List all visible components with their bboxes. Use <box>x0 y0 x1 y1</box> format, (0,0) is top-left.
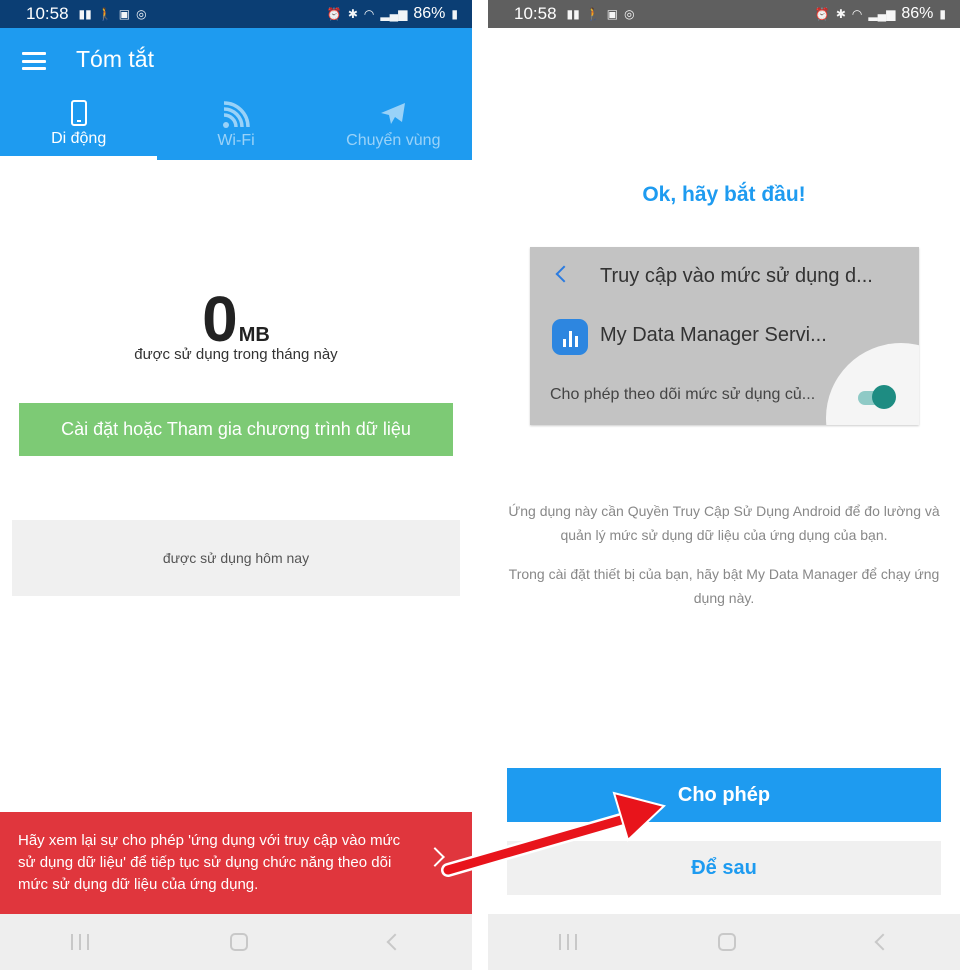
back-chevron-icon <box>555 265 573 283</box>
left-screen: 10:58 ▮▮ 🚶 ▣ ◎ ⏰ ✱ ◠ ▂▄▆ 86% ▮ Tóm tắt D… <box>0 0 472 970</box>
preview-title: Truy cập vào mức sử dụng d... <box>600 265 873 287</box>
permission-explanation: Ứng dụng này cần Quyền Truy Cập Sử Dụng … <box>508 503 940 543</box>
battery-icon: ▮ <box>939 7 946 21</box>
wifi-icon: ◠ <box>363 7 375 21</box>
settings-preview-image: Truy cập vào mức sử dụng d... My Data Ma… <box>530 247 919 425</box>
settings-instruction: Trong cài đặt thiết bị của bạn, hãy bật … <box>508 566 940 606</box>
notification-icon: ◎ <box>136 7 147 21</box>
signal-icon: ▮▮ <box>78 7 92 21</box>
image-icon: ▣ <box>118 7 131 21</box>
app-bar: Tóm tắt Di động Wi-Fi Chuyển vùng <box>0 28 472 160</box>
phone-icon <box>70 100 87 126</box>
status-bar: 10:58 ▮▮ 🚶 ▣ ◎ ⏰ ✱ ◠ ▂▄▆ 86% ▮ <box>488 0 960 28</box>
alarm-icon: ⏰ <box>814 7 830 21</box>
tab-label: Chuyển vùng <box>346 132 441 149</box>
today-usage-card: được sử dụng hôm nay <box>12 520 460 596</box>
allow-button[interactable]: Cho phép <box>507 768 941 822</box>
signal-bars-icon: ▂▄▆ <box>380 7 408 21</box>
preview-app-name: My Data Manager Servi... <box>600 324 827 346</box>
nav-bar <box>488 914 960 970</box>
walk-icon: 🚶 <box>97 7 113 21</box>
permission-banner[interactable]: Hãy xem lại sự cho phép 'ứng dụng với tr… <box>0 812 472 914</box>
usage-value: 0 MB <box>0 282 472 356</box>
nav-bar <box>0 914 472 970</box>
airplane-icon <box>381 103 406 124</box>
permission-banner-text: Hãy xem lại sự cho phép 'ứng dụng với tr… <box>18 832 401 893</box>
battery-icon: ▮ <box>451 7 458 21</box>
signal-icon: ▮▮ <box>566 7 580 21</box>
image-icon: ▣ <box>606 7 619 21</box>
setup-data-plan-button[interactable]: Cài đặt hoặc Tham gia chương trình dữ li… <box>19 403 453 456</box>
recent-apps-icon[interactable] <box>70 934 89 950</box>
toggle-knob <box>872 385 896 409</box>
wifi-icon <box>222 101 250 128</box>
right-screen: 10:58 ▮▮ 🚶 ▣ ◎ ⏰ ✱ ◠ ▂▄▆ 86% ▮ Ok, hãy b… <box>488 0 960 970</box>
notification-icon: ◎ <box>624 7 635 21</box>
toggle-highlight <box>826 343 919 425</box>
screen-divider <box>472 0 488 970</box>
back-icon[interactable] <box>874 933 892 951</box>
bluetooth-icon: ✱ <box>835 7 846 21</box>
page-title: Tóm tắt <box>76 46 154 72</box>
tab-label: Di động <box>51 130 107 147</box>
walk-icon: 🚶 <box>585 7 601 21</box>
today-usage-label: được sử dụng hôm nay <box>162 550 310 566</box>
status-time: 10:58 <box>514 4 557 23</box>
tab-wifi[interactable]: Wi-Fi <box>157 94 314 160</box>
onboarding-heading: Ok, hãy bắt đầu! <box>642 183 806 206</box>
chevron-right-icon <box>425 847 445 867</box>
battery-percent: 86% <box>901 5 934 22</box>
menu-icon[interactable] <box>22 52 46 70</box>
status-time: 10:58 <box>26 4 69 23</box>
tab-label: Wi-Fi <box>217 132 255 149</box>
back-icon[interactable] <box>386 933 404 951</box>
signal-bars-icon: ▂▄▆ <box>868 7 896 21</box>
status-bar: 10:58 ▮▮ 🚶 ▣ ◎ ⏰ ✱ ◠ ▂▄▆ 86% ▮ <box>0 0 472 28</box>
bluetooth-icon: ✱ <box>347 7 358 21</box>
battery-percent: 86% <box>413 5 446 22</box>
later-button[interactable]: Để sau <box>507 841 941 895</box>
usage-caption: được sử dụng trong tháng này <box>134 346 338 363</box>
recent-apps-icon[interactable] <box>558 934 577 950</box>
tab-roaming[interactable]: Chuyển vùng <box>315 94 472 160</box>
home-icon[interactable] <box>229 933 248 951</box>
home-icon[interactable] <box>717 933 736 951</box>
wifi-icon: ◠ <box>851 7 863 21</box>
tab-mobile[interactable]: Di động <box>0 94 158 160</box>
preview-toggle-label: Cho phép theo dõi mức sử dụng củ... <box>550 386 816 403</box>
tab-bar: Di động Wi-Fi Chuyển vùng <box>0 94 472 160</box>
alarm-icon: ⏰ <box>326 7 342 21</box>
usage-number: 0 <box>202 283 238 355</box>
app-chart-icon <box>552 319 588 355</box>
usage-unit: MB <box>238 324 270 346</box>
